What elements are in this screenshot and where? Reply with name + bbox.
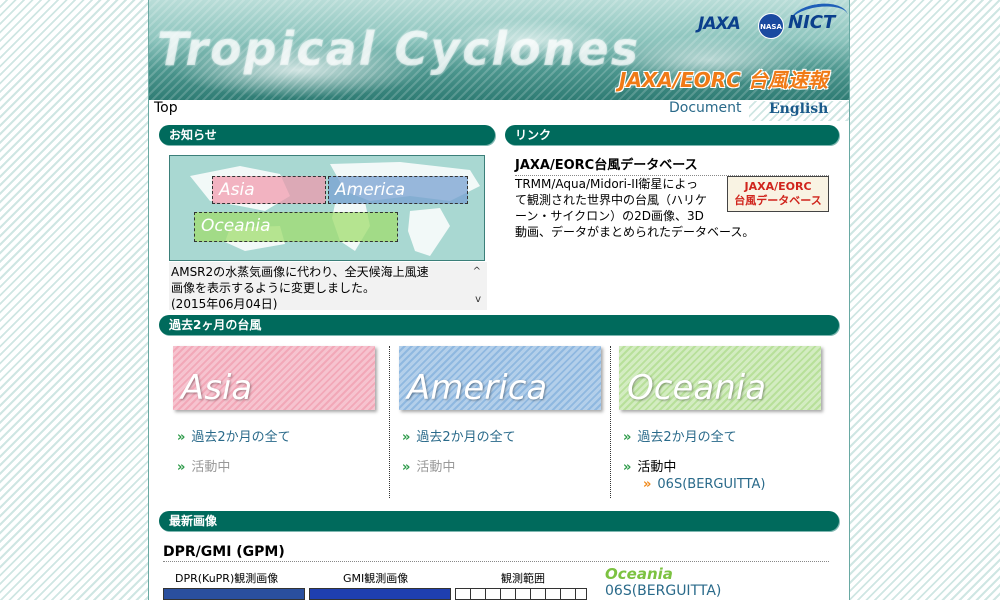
news-line-1: AMSR2の水蒸気画像に代わり、全天候海上風速 xyxy=(171,265,429,279)
asia-all-link-row[interactable]: » 過去2か月の全て xyxy=(177,426,291,445)
latest-header: 最新画像 xyxy=(159,511,839,531)
map-region-asia[interactable]: Asia xyxy=(212,176,326,204)
america-all-link[interactable]: 過去2か月の全て xyxy=(416,430,515,445)
nav-top-link[interactable]: Top xyxy=(154,100,178,116)
asia-card-label: Asia xyxy=(181,368,253,408)
oceania-region-card[interactable]: Oceania xyxy=(619,346,821,410)
banner-title: Tropical Cyclones xyxy=(157,22,641,76)
dpr-image-label: DPR(KuPR)観測画像 xyxy=(175,572,279,585)
america-active-label: 活動中 xyxy=(416,460,456,475)
news-header: お知らせ xyxy=(159,125,495,145)
nict-logo[interactable]: NICT xyxy=(788,12,835,33)
world-map-svg xyxy=(190,162,480,256)
oceania-active-row: » 活動中 xyxy=(623,456,676,475)
partner-logos: JAXA NASA NICT xyxy=(694,0,849,44)
asia-all-link[interactable]: 過去2か月の全て xyxy=(191,430,290,445)
banner-subtitle: JAXA/EORC 台風速報 xyxy=(619,68,828,92)
nav-document-link[interactable]: Document xyxy=(669,100,742,116)
news-text-box[interactable]: AMSR2の水蒸気画像に代わり、全天候海上風速 画像を表示するように変更しました… xyxy=(169,262,487,310)
map-region-america[interactable]: America xyxy=(328,176,468,204)
page-container: Tropical Cyclones JAXA/EORC 台風速報 JAXA NA… xyxy=(148,0,850,600)
map-region-oceania[interactable]: Oceania xyxy=(194,212,398,242)
oceania-active-label: 活動中 xyxy=(637,460,677,475)
badge-line-2: 台風データベース xyxy=(734,194,822,207)
gmi-thumbnail[interactable] xyxy=(309,588,451,600)
news-line-2: 画像を表示するように変更しました。 xyxy=(171,281,376,295)
nasa-logo[interactable]: NASA xyxy=(758,13,784,39)
range-image-label: 観測範囲 xyxy=(501,572,545,585)
chevron-right-icon: » xyxy=(402,430,411,445)
oceania-storm-row[interactable]: » 06S(BERGUITTA) xyxy=(643,477,765,492)
america-card-label: America xyxy=(407,368,548,408)
scroll-down-icon[interactable]: v xyxy=(475,292,481,308)
recent-header: 過去2ヶ月の台風 xyxy=(159,315,839,335)
america-active-row: » 活動中 xyxy=(402,456,455,475)
oceania-storm-link[interactable]: 06S(BERGUITTA) xyxy=(657,477,765,492)
chevron-right-icon: » xyxy=(402,460,411,475)
link-title[interactable]: JAXA/EORC台風データベース xyxy=(515,154,829,176)
dpr-thumbnail[interactable] xyxy=(163,588,305,600)
oceania-all-link[interactable]: 過去2か月の全て xyxy=(637,430,736,445)
badge-line-1: JAXA/EORC xyxy=(744,180,812,193)
nav-english-link[interactable]: English xyxy=(749,101,849,121)
america-all-link-row[interactable]: » 過去2か月の全て xyxy=(402,426,516,445)
oceania-all-link-row[interactable]: » 過去2か月の全て xyxy=(623,426,737,445)
oceania-card-label: Oceania xyxy=(627,368,767,408)
news-world-map[interactable]: Asia America Oceania xyxy=(169,155,485,261)
asia-active-row: » 活動中 xyxy=(177,456,230,475)
news-date: (2015年06月04日) xyxy=(171,297,278,310)
links-header: リンク xyxy=(505,125,839,145)
sensor-title: DPR/GMI (GPM) xyxy=(163,544,829,562)
asia-region-card[interactable]: Asia xyxy=(173,346,375,410)
scroll-up-icon[interactable]: ^ xyxy=(473,264,481,280)
america-region-card[interactable]: America xyxy=(399,346,601,410)
range-thumbnail[interactable] xyxy=(455,588,587,600)
chevron-right-icon: » xyxy=(623,460,632,475)
chevron-right-icon: » xyxy=(623,430,632,445)
jaxa-logo[interactable]: JAXA xyxy=(698,14,741,34)
chevron-right-icon: » xyxy=(177,460,186,475)
latest-region-label: Oceania xyxy=(605,565,673,583)
chevron-right-icon: » xyxy=(643,477,652,492)
latest-storm-link[interactable]: 06S(BERGUITTA) xyxy=(605,583,721,599)
top-nav: Top Document English xyxy=(149,100,849,122)
site-banner: Tropical Cyclones JAXA/EORC 台風速報 JAXA NA… xyxy=(149,0,849,100)
chevron-right-icon: » xyxy=(177,430,186,445)
database-badge-image[interactable]: JAXA/EORC 台風データベース xyxy=(727,176,829,212)
column-divider xyxy=(610,346,611,498)
column-divider xyxy=(389,346,390,498)
asia-active-label: 活動中 xyxy=(191,460,231,475)
gmi-image-label: GMI観測画像 xyxy=(343,572,409,585)
